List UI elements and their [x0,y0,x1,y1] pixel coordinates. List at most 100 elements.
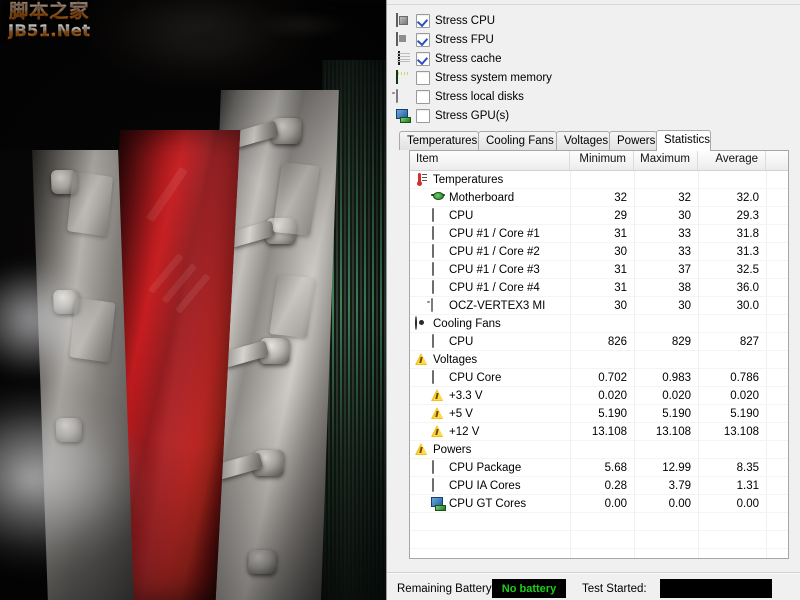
chip-icon [431,478,446,492]
stress-option-checkbox[interactable] [416,90,430,104]
stress-option-row[interactable]: Stress FPU [396,31,541,49]
statistics-item-label: Voltages [433,353,478,366]
stress-option-label: Stress system memory [435,72,552,84]
stress-option-checkbox[interactable] [416,71,430,85]
statistics-maximum-cell: 30 [678,209,691,222]
statistics-minimum-cell: 5.190 [598,407,627,420]
statistics-item-cell: CPU GT Cores [410,497,570,511]
statistics-item-cell: OCZ-VERTEX3 MI [410,298,570,312]
statistics-average-cell: 13.108 [723,425,759,438]
stress-option-row[interactable]: Stress system memory [396,69,552,87]
statistics-row[interactable]: CPU GT Cores 0.00 0.00 0.00 [410,495,788,513]
stress-option-checkbox[interactable] [416,33,430,47]
statistics-minimum-cell: 5.68 [604,461,627,474]
statistics-row[interactable]: +5 V 5.190 5.190 5.190 [410,405,788,423]
statistics-row[interactable]: CPU Package 5.68 12.99 8.35 [410,459,788,477]
hardware-photo: THUR 脚本之家 JB51.Net [0,0,386,600]
tab-statistics[interactable]: Statistics [656,130,711,151]
statistics-row[interactable]: OCZ-VERTEX3 MI 30 30 30.0 [410,297,788,315]
statistics-row[interactable]: CPU #1 / Core #2 30 33 31.3 [410,243,788,261]
statistics-row[interactable]: CPU #1 / Core #3 31 37 32.5 [410,261,788,279]
warning-icon [415,353,430,366]
statistics-item-cell: Temperatures [410,173,570,186]
fan-icon [415,316,430,330]
statistics-item-cell: +12 V [410,425,570,438]
statistics-table: Item Minimum Maximum Average Temperature… [409,150,789,559]
statistics-row[interactable]: Temperatures [410,171,788,189]
disk-icon [396,89,412,104]
tab-temperatures[interactable]: Temperatures [399,131,479,150]
statistics-average-cell: 1.31 [736,479,759,492]
stress-option-row[interactable]: Stress CPU [396,12,541,30]
stress-option-checkbox[interactable] [416,52,430,66]
statistics-column-item[interactable]: Item [410,151,570,170]
statistics-item-label: CPU Core [449,371,502,384]
statistics-row[interactable]: Cooling Fans [410,315,788,333]
statistics-item-label: Cooling Fans [433,317,501,330]
statistics-maximum-cell: 37 [678,263,691,276]
statistics-item-label: CPU #1 / Core #3 [449,263,540,276]
statistics-column-minimum[interactable]: Minimum [570,151,634,170]
statistics-row[interactable]: CPU 29 30 29.3 [410,207,788,225]
gpu-icon [396,109,412,123]
stability-test-panel: Stress CPU Stress FPU Stress cache Stress s… [386,0,800,600]
statistics-row[interactable]: CPU Core 0.702 0.983 0.786 [410,369,788,387]
statistics-row[interactable]: CPU IA Cores 0.28 3.79 1.31 [410,477,788,495]
statistics-item-cell: CPU IA Cores [410,478,570,492]
statistics-row[interactable]: Powers [410,441,788,459]
statistics-maximum-cell: 12.99 [662,461,691,474]
stress-option-label: Stress GPU(s) [435,110,510,122]
tab-voltages[interactable]: Voltages [556,131,610,150]
statistics-item-label: +5 V [449,407,473,420]
statistics-column-average[interactable]: Average [698,151,766,170]
chip-icon [431,460,446,474]
tab-cooling-fans[interactable]: Cooling Fans [478,131,557,150]
statistics-item-cell: CPU #1 / Core #3 [410,262,570,276]
watermark-site: JB51.Net [8,21,91,40]
fpu-icon [396,32,412,47]
statistics-empty-row [410,531,788,549]
statistics-item-label: Powers [433,443,472,456]
statistics-item-label: CPU #1 / Core #1 [449,227,540,240]
statistics-row[interactable]: Voltages [410,351,788,369]
tab-powers[interactable]: Powers [609,131,657,150]
statistics-item-label: OCZ-VERTEX3 MI [449,299,546,312]
cpu-icon [396,13,412,28]
stress-option-row[interactable]: Stress local disks [396,88,541,106]
statistics-empty-row [410,549,788,558]
statistics-row[interactable]: CPU 826 829 827 [410,333,788,351]
warning-icon [431,407,446,420]
chip-icon [431,334,446,348]
statistics-item-cell: CPU [410,334,570,348]
statistics-item-label: +12 V [449,425,480,438]
cache-icon [396,51,412,66]
statistics-maximum-cell: 0.020 [662,389,691,402]
statistics-row[interactable]: +3.3 V 0.020 0.020 0.020 [410,387,788,405]
statistics-minimum-cell: 0.00 [604,497,627,510]
stress-option-label: Stress FPU [435,34,494,46]
statistics-maximum-cell: 0.00 [668,497,691,510]
statistics-row[interactable]: CPU #1 / Core #4 31 38 36.0 [410,279,788,297]
statistics-minimum-cell: 0.28 [604,479,627,492]
statistics-minimum-cell: 13.108 [591,425,627,438]
statistics-row[interactable]: +12 V 13.108 13.108 13.108 [410,423,788,441]
stress-option-row[interactable]: Stress GPU(s) [396,107,541,125]
statistics-item-label: Temperatures [433,173,504,186]
stress-option-checkbox[interactable] [416,109,430,123]
thermometer-icon [415,173,430,186]
stress-option-checkbox[interactable] [416,14,430,28]
statistics-item-cell: Motherboard [410,191,570,204]
chip-icon [431,280,446,294]
test-started-label: Test Started: [582,583,647,595]
statistics-empty-row [410,513,788,531]
statistics-row[interactable]: Motherboard 32 32 32.0 [410,189,788,207]
statistics-column-maximum[interactable]: Maximum [634,151,698,170]
photo-vignette [0,0,386,600]
statistics-item-label: CPU #1 / Core #4 [449,281,540,294]
statistics-item-label: CPU GT Cores [449,497,527,510]
statistics-item-label: Motherboard [449,191,515,204]
stress-option-row[interactable]: Stress cache [396,50,541,68]
statistics-item-cell: CPU Core [410,370,570,384]
statistics-row[interactable]: CPU #1 / Core #1 31 33 31.8 [410,225,788,243]
statistics-average-cell: 29.3 [736,209,759,222]
